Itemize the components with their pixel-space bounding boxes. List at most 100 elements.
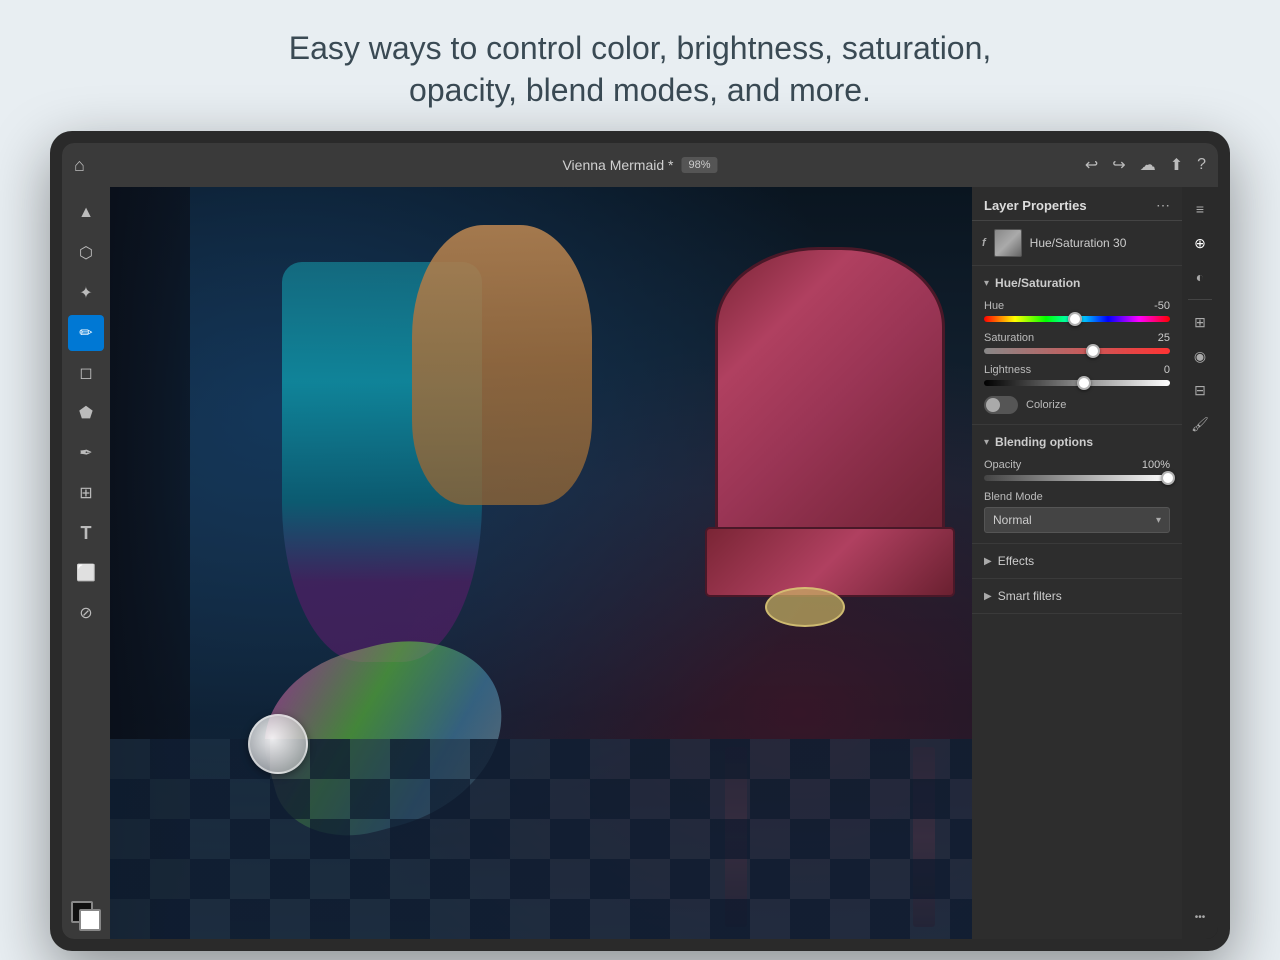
swatch-background [79, 909, 101, 931]
smart-filters-arrow: ▶ [984, 591, 992, 602]
smart-filters-section[interactable]: ▶ Smart filters [972, 579, 1182, 614]
lightness-label-row: Lightness 0 [984, 364, 1170, 376]
hue-label: Hue [984, 300, 1004, 312]
panel-icon-eye[interactable]: ◉ [1186, 342, 1214, 370]
smart-filters-title: Smart filters [998, 589, 1062, 603]
hue-saturation-section: ▾ Hue/Saturation Hue -50 [972, 266, 1182, 425]
tool-crop[interactable]: ⊞ [68, 475, 104, 511]
mermaid-body [110, 187, 972, 939]
colorize-row: Colorize [984, 396, 1170, 414]
hue-value: -50 [1140, 300, 1170, 312]
colorize-label: Colorize [1026, 399, 1066, 411]
effects-section[interactable]: ▶ Effects [972, 544, 1182, 579]
blend-mode-dropdown[interactable]: Normal ▾ [984, 507, 1170, 533]
tablet-wrapper: ⌂ Vienna Mermaid * 98% ↩ ↪ ☁ ⬆ ? ▲ ⬡ ✦ ✏ [50, 131, 1230, 951]
tool-text[interactable]: T [68, 515, 104, 551]
panel-icons-column: ≡ ⊕ ◐ ⊞ ◉ ⊟ 🖌 ••• [1182, 187, 1218, 939]
file-title: Vienna Mermaid * [562, 157, 673, 173]
tool-select[interactable]: ▲ [68, 195, 104, 231]
tool-pencil[interactable]: ✒ [68, 435, 104, 471]
blending-section: ▾ Blending options Opacity 100% [972, 425, 1182, 544]
opacity-slider-row: Opacity 100% [984, 459, 1170, 481]
main-content: ▲ ⬡ ✦ ✏ ◻ ⬟ ✒ ⊞ T ⬜ ⊘ [62, 187, 1218, 939]
floating-circle-tool[interactable] [248, 714, 308, 774]
color-swatches[interactable] [71, 901, 101, 931]
tool-magic[interactable]: ✦ [68, 275, 104, 311]
panel-separator-1 [1188, 299, 1212, 300]
lightness-track[interactable] [984, 380, 1170, 386]
opacity-label-row: Opacity 100% [984, 459, 1170, 471]
effects-header[interactable]: ▶ Effects [984, 554, 1170, 568]
saturation-thumb[interactable] [1086, 344, 1100, 358]
headline-line1: Easy ways to control color, brightness, … [289, 30, 992, 66]
layer-name: Hue/Saturation 30 [1030, 236, 1127, 250]
top-bar-center: Vienna Mermaid * 98% [562, 157, 717, 173]
lightness-value: 0 [1140, 364, 1170, 376]
saturation-slider-row: Saturation 25 [984, 332, 1170, 354]
blend-mode-row: Blend Mode [984, 491, 1170, 503]
share-icon[interactable]: ⬆ [1170, 155, 1183, 175]
blend-mode-label: Blend Mode [984, 491, 1043, 503]
panel-icon-mask[interactable]: ⊕ [1186, 229, 1214, 257]
tool-image[interactable]: ⬜ [68, 555, 104, 591]
blending-header[interactable]: ▾ Blending options [984, 435, 1170, 449]
panel-title: Layer Properties [984, 198, 1087, 213]
hue-saturation-title: Hue/Saturation [995, 276, 1080, 290]
lightness-thumb[interactable] [1077, 376, 1091, 390]
toggle-knob [986, 398, 1000, 412]
zoom-badge: 98% [682, 157, 718, 173]
headline: Easy ways to control color, brightness, … [269, 0, 1012, 131]
opacity-track[interactable] [984, 475, 1170, 481]
top-bar-left: ⌂ [74, 155, 85, 176]
panel-icon-layers[interactable]: ≡ [1186, 195, 1214, 223]
redo-icon[interactable]: ↪ [1112, 155, 1125, 175]
home-icon[interactable]: ⌂ [74, 155, 85, 176]
saturation-track[interactable] [984, 348, 1170, 354]
panel-options-icon[interactable]: ⋯ [1156, 197, 1170, 214]
effects-title: Effects [998, 554, 1034, 568]
help-icon[interactable]: ? [1197, 156, 1206, 174]
saturation-label-row: Saturation 25 [984, 332, 1170, 344]
left-toolbar: ▲ ⬡ ✦ ✏ ◻ ⬟ ✒ ⊞ T ⬜ ⊘ [62, 187, 110, 939]
f-badge: f [982, 237, 986, 249]
opacity-thumb[interactable] [1161, 471, 1175, 485]
lightness-slider-row: Lightness 0 [984, 364, 1170, 386]
panel-icon-paint[interactable]: 🖌 [1186, 410, 1214, 438]
hue-saturation-arrow: ▾ [984, 278, 989, 289]
panel-icon-add[interactable]: ⊞ [1186, 308, 1214, 336]
blending-title: Blending options [995, 435, 1093, 449]
opacity-value: 100% [1140, 459, 1170, 471]
hue-track[interactable] [984, 316, 1170, 322]
lightness-label: Lightness [984, 364, 1031, 376]
tablet-screen: ⌂ Vienna Mermaid * 98% ↩ ↪ ☁ ⬆ ? ▲ ⬡ ✦ ✏ [62, 143, 1218, 939]
blending-arrow: ▾ [984, 437, 989, 448]
colorize-toggle[interactable] [984, 396, 1018, 414]
tool-eraser[interactable]: ◻ [68, 355, 104, 391]
undo-icon[interactable]: ↩ [1085, 155, 1098, 175]
headline-line2: opacity, blend modes, and more. [409, 72, 871, 108]
panel-header: Layer Properties ⋯ [972, 187, 1182, 221]
saturation-value: 25 [1140, 332, 1170, 344]
hue-label-row: Hue -50 [984, 300, 1170, 312]
saturation-label: Saturation [984, 332, 1034, 344]
panel-icon-merge[interactable]: ⊟ [1186, 376, 1214, 404]
canvas-image [110, 187, 972, 939]
opacity-label: Opacity [984, 459, 1021, 471]
hue-saturation-header[interactable]: ▾ Hue/Saturation [984, 276, 1170, 290]
cloud-icon[interactable]: ☁ [1140, 155, 1156, 175]
layer-info: f Hue/Saturation 30 [972, 221, 1182, 266]
right-panel: Layer Properties ⋯ f Hue/Saturation 30 ▾… [972, 187, 1182, 939]
canvas-area[interactable] [110, 187, 972, 939]
tool-brush[interactable]: ✏ [68, 315, 104, 351]
panel-icon-adjust[interactable]: ◐ [1186, 263, 1214, 291]
layer-preview-box [994, 229, 1022, 257]
tool-paint[interactable]: ⬟ [68, 395, 104, 431]
blend-mode-arrow-icon: ▾ [1156, 515, 1161, 526]
top-bar-right: ↩ ↪ ☁ ⬆ ? [1085, 155, 1206, 175]
tool-eyedropper[interactable]: ⊘ [68, 595, 104, 631]
panel-icon-more[interactable]: ••• [1186, 903, 1214, 931]
hue-thumb[interactable] [1068, 312, 1082, 326]
tool-lasso[interactable]: ⬡ [68, 235, 104, 271]
smart-filters-header[interactable]: ▶ Smart filters [984, 589, 1170, 603]
hue-slider-row: Hue -50 [984, 300, 1170, 322]
